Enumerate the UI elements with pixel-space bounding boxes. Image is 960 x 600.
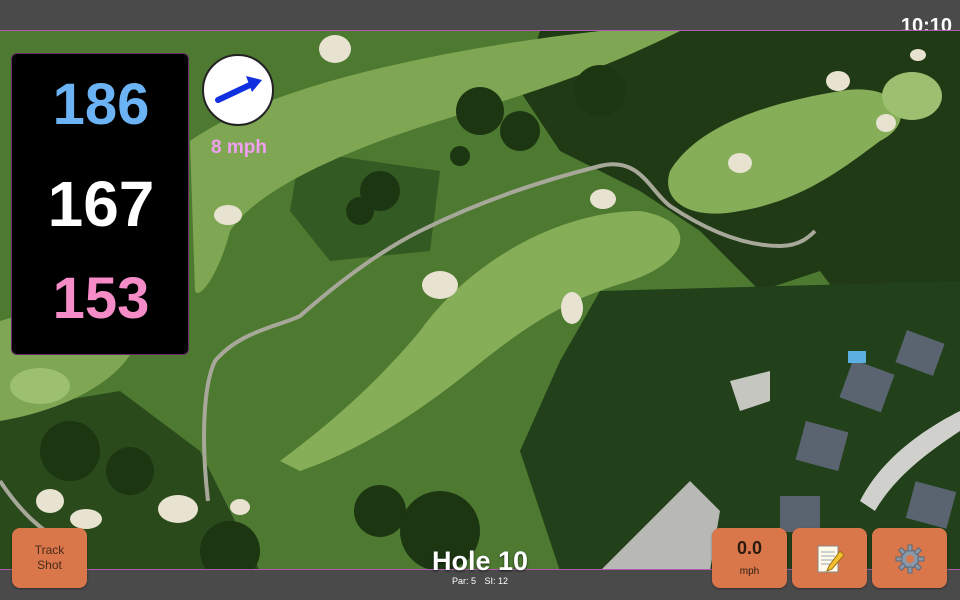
- hole-stroke-index: SI: 12: [484, 576, 509, 586]
- hole-title: Hole 10: [431, 546, 529, 576]
- back-distance: 186: [52, 72, 150, 137]
- wind-arrow-icon: [215, 76, 262, 103]
- wind-direction-indicator: [202, 54, 274, 126]
- wind-speed-unit: mph: [739, 566, 760, 577]
- hole-info: Hole 10 Par: 5 SI: 12: [380, 548, 580, 586]
- gear-icon: [895, 544, 925, 574]
- notepad-pencil-icon: [817, 545, 845, 573]
- notes-button[interactable]: [792, 528, 867, 588]
- track-shot-button[interactable]: Track Shot: [12, 528, 87, 588]
- top-status-bar: 10:10: [0, 0, 960, 37]
- wind-speed-label: 8 mph: [211, 137, 267, 158]
- wind-speed-value: 0.0: [736, 538, 763, 558]
- wind-speed-button[interactable]: 0.0 mph: [712, 528, 787, 588]
- front-distance: 153: [52, 266, 150, 331]
- hole-details: Par: 5 SI: 12: [380, 577, 580, 586]
- middle-distance: 167: [47, 168, 155, 240]
- hole-par: Par: 5: [451, 576, 476, 586]
- distance-panel: 186 167 153: [11, 53, 189, 355]
- track-shot-label-line1: Track: [34, 543, 65, 557]
- track-shot-label-line2: Shot: [37, 558, 62, 572]
- settings-button[interactable]: [872, 528, 947, 588]
- course-map[interactable]: 186 167 153 8 mph: [0, 30, 960, 570]
